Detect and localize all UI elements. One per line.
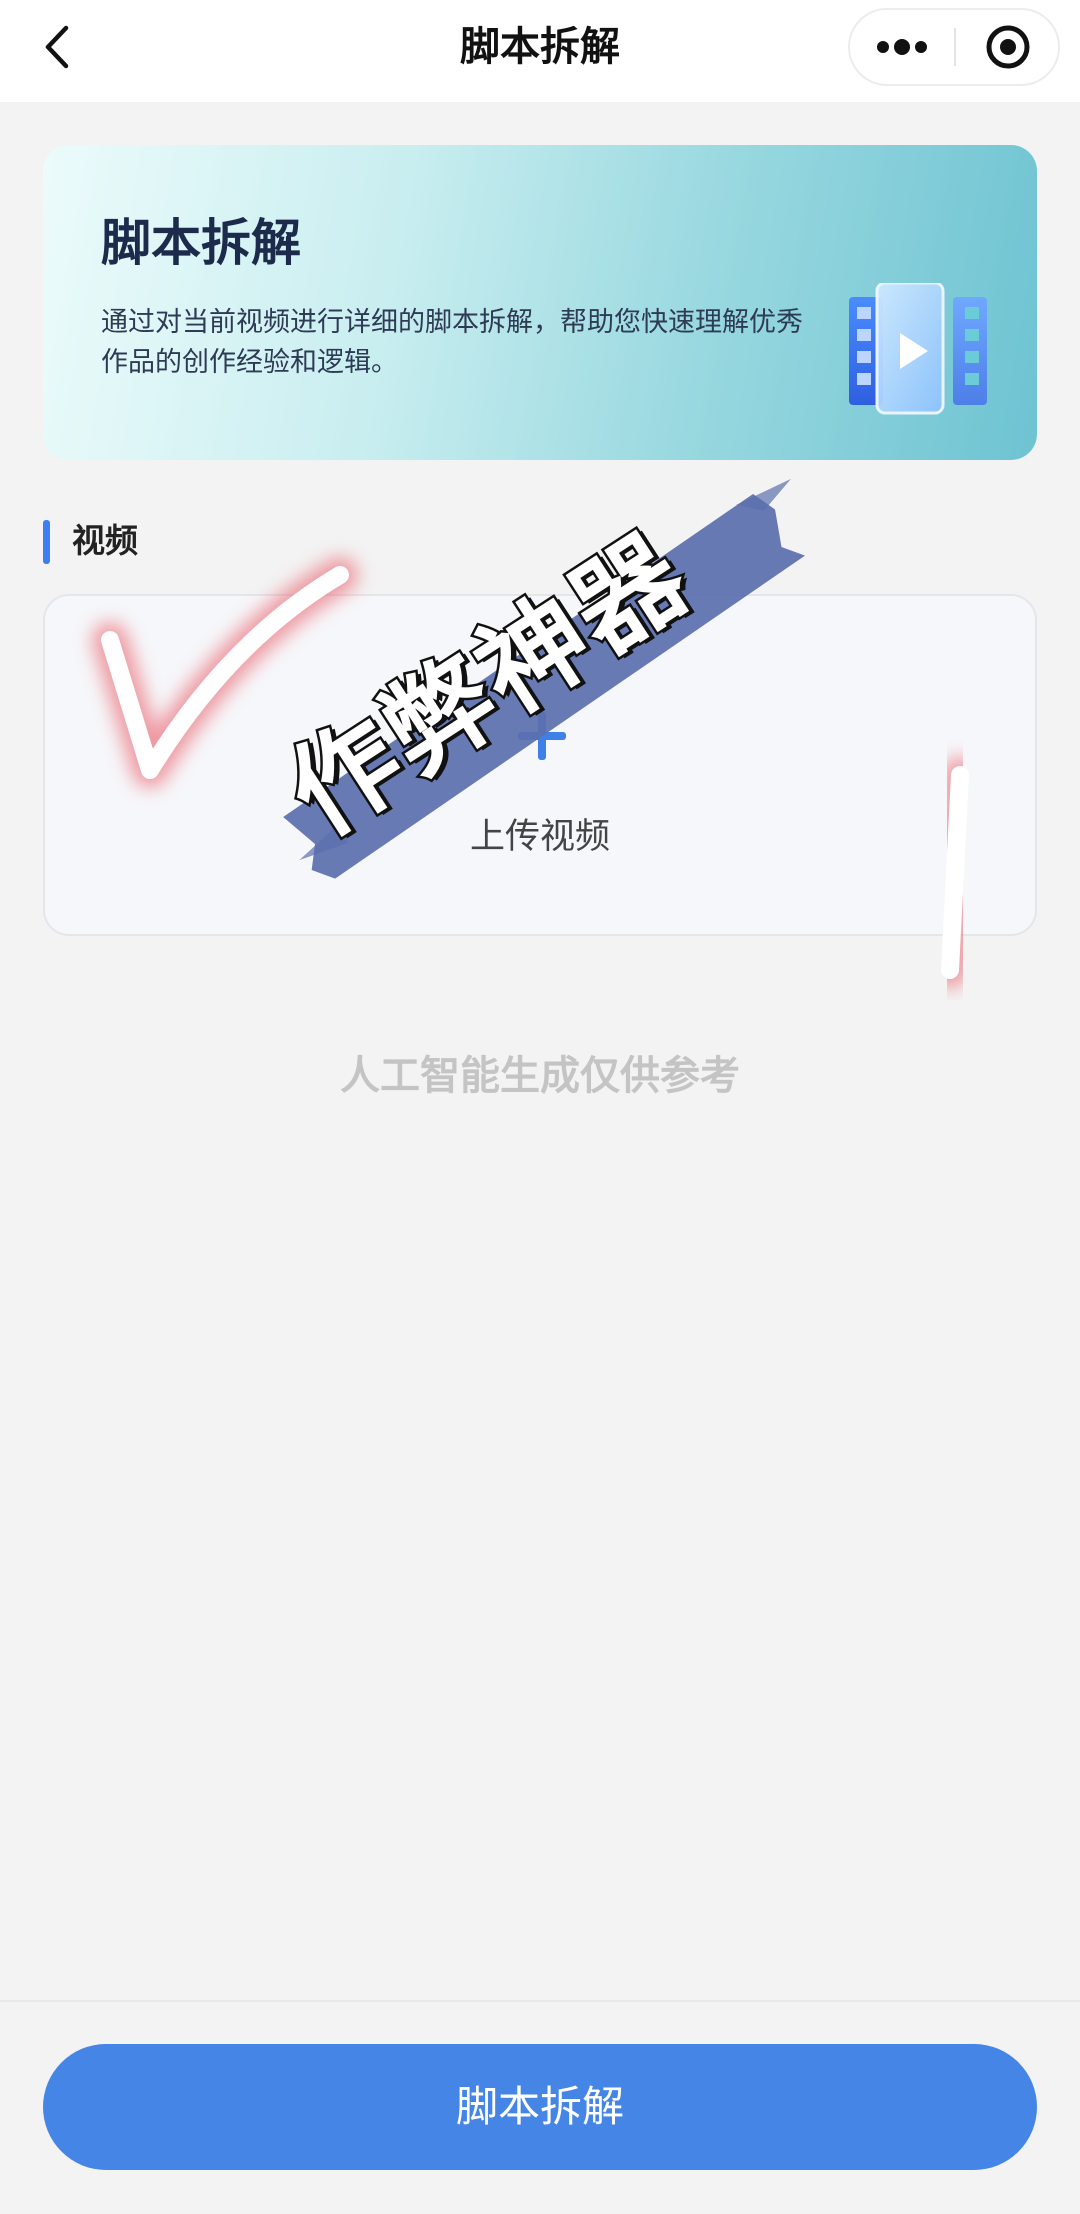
ai-disclaimer: 人工智能生成仅供参考 (340, 1053, 740, 1099)
script-breakdown-button[interactable]: 脚本拆解 (43, 2044, 1037, 2170)
upload-video-area[interactable]: 上传视频 (43, 594, 1037, 936)
nav-bar: 脚本拆解 (0, 0, 1080, 102)
intro-banner: 脚本拆解 通过对当前视频进行详细的脚本拆解，帮助您快速理解优秀作品的创作经验和逻… (43, 145, 1037, 460)
section-indicator (43, 520, 50, 564)
video-film-icon (849, 283, 987, 415)
more-button[interactable] (850, 10, 954, 84)
more-dots-icon (877, 39, 927, 55)
bottom-divider (0, 2000, 1080, 2002)
close-miniprogram-button[interactable] (956, 10, 1060, 84)
page: 脚本拆解 脚本拆解 通过对当前视频进行详细的脚本拆解，帮助您快速理解优秀作品的创… (0, 0, 1080, 2214)
banner-description: 通过对当前视频进行详细的脚本拆解，帮助您快速理解优秀作品的创作经验和逻辑。 (101, 307, 803, 378)
upload-video-label: 上传视频 (469, 817, 610, 857)
capsule-menu (848, 8, 1060, 86)
record-target-icon (986, 25, 1030, 69)
plus-icon (518, 712, 566, 760)
banner-title: 脚本拆解 (101, 214, 301, 272)
section-title: 视频 (72, 521, 138, 560)
